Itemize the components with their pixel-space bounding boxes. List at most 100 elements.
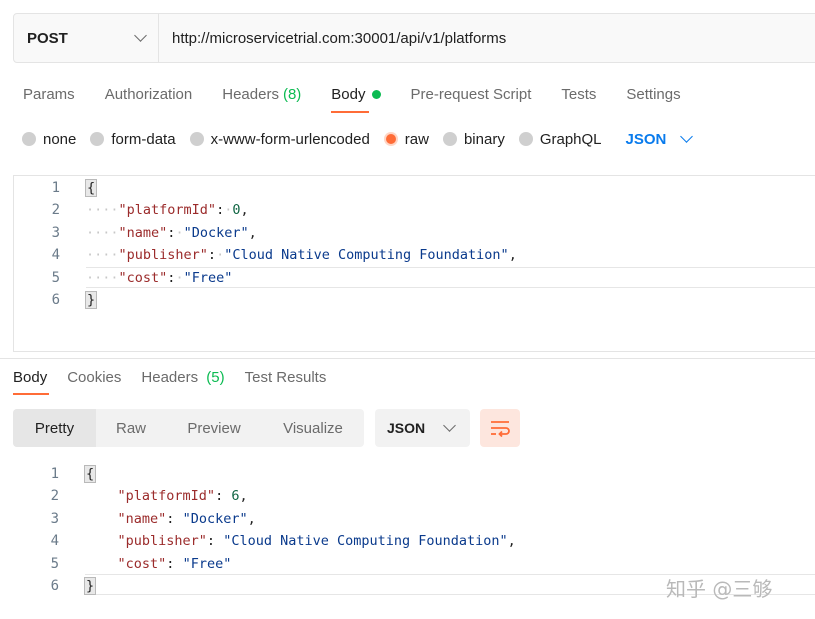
code-line: 4 "publisher": "Cloud Native Computing F… — [13, 529, 815, 552]
chevron-down-icon — [134, 29, 147, 42]
response-tabs: Body Cookies Headers (5) Test Results — [13, 369, 346, 395]
active-dot-icon — [371, 89, 381, 99]
tab-authorization[interactable]: Authorization — [105, 82, 193, 106]
code-line: 5 "cost": "Free" — [13, 552, 815, 575]
request-tabs: Params Authorization Headers (8) Body Pre… — [23, 82, 711, 113]
chevron-down-icon — [443, 419, 456, 432]
tab-label: Headers — [141, 369, 199, 386]
json-key: "cost" — [117, 555, 167, 572]
json-key: "cost" — [118, 269, 168, 286]
radio-raw[interactable]: raw — [384, 131, 429, 148]
radio-label: form-data — [111, 130, 176, 148]
view-visualize-button[interactable]: Visualize — [262, 409, 364, 447]
tab-response-headers[interactable]: Headers (5) — [141, 369, 224, 386]
radio-label: GraphQL — [539, 130, 602, 148]
open-brace: { — [84, 178, 98, 197]
radio-icon — [442, 132, 457, 146]
tab-label: Body — [331, 85, 366, 103]
line-number: 2 — [51, 201, 60, 218]
tab-response-body[interactable]: Body — [13, 369, 50, 395]
line-number: 6 — [51, 291, 60, 308]
body-format-select[interactable]: JSON — [625, 130, 694, 148]
wrap-lines-icon — [491, 421, 510, 437]
code-line: 2 "platformId": 6, — [13, 484, 815, 507]
tab-label: Pre-request Script — [410, 85, 532, 103]
wrap-lines-button[interactable] — [480, 409, 520, 447]
line-number: 2 — [50, 487, 59, 504]
view-pretty-button[interactable]: Pretty — [13, 409, 96, 447]
radio-icon — [90, 132, 105, 146]
open-brace: { — [83, 464, 97, 483]
radio-label: x-www-form-urlencoded — [210, 130, 370, 148]
tab-test-results[interactable]: Test Results — [245, 369, 327, 386]
tab-settings[interactable]: Settings — [626, 82, 680, 106]
radio-graphql[interactable]: GraphQL — [518, 130, 602, 148]
radio-binary[interactable]: binary — [442, 130, 505, 148]
url-text: http://microservicetrial.com:30001/api/v… — [172, 29, 507, 47]
line-number: 3 — [51, 224, 60, 241]
view-preview-button[interactable]: Preview — [166, 409, 262, 447]
line-number: 4 — [50, 532, 59, 549]
json-value: "Docker" — [182, 510, 248, 527]
json-value: "Docker" — [183, 224, 249, 241]
body-type-selector: none form-data x-www-form-urlencoded raw… — [22, 128, 694, 150]
pane-divider[interactable] — [0, 358, 815, 359]
headers-count: (8) — [282, 85, 302, 103]
json-key: "publisher" — [117, 532, 207, 549]
tab-params[interactable]: Params — [23, 82, 75, 106]
radio-label: none — [43, 130, 77, 148]
watermark: 知乎 @三够 — [666, 577, 773, 601]
request-bar: POST http://microservicetrial.com:30001/… — [13, 13, 815, 63]
response-format-label: JSON — [387, 420, 426, 436]
code-line: 4 ····"publisher":·"Cloud Native Computi… — [14, 243, 815, 266]
radio-x-www-form-urlencoded[interactable]: x-www-form-urlencoded — [189, 130, 370, 148]
line-number: 4 — [51, 246, 60, 263]
tab-tests[interactable]: Tests — [561, 82, 596, 106]
json-key: "name" — [117, 510, 167, 527]
tab-label: Body — [13, 369, 48, 386]
code-line: 3 ····"name":·"Docker", — [14, 221, 815, 244]
radio-selected-icon — [385, 134, 396, 144]
headers-count: (5) — [206, 369, 225, 386]
method-select[interactable]: POST — [14, 14, 159, 62]
code-line: 6 } — [14, 288, 815, 311]
tab-label: Settings — [626, 85, 681, 103]
tab-label: Cookies — [67, 369, 122, 386]
line-number: 3 — [50, 510, 59, 527]
tab-body[interactable]: Body — [331, 82, 381, 113]
chevron-down-icon — [680, 130, 694, 143]
radio-none[interactable]: none — [22, 131, 76, 148]
tab-headers[interactable]: Headers (8) — [222, 82, 301, 106]
close-brace: } — [84, 290, 98, 309]
tab-pre-request-script[interactable]: Pre-request Script — [411, 82, 532, 106]
tab-cookies[interactable]: Cookies — [67, 369, 121, 386]
json-value: "Cloud Native Computing Foundation" — [223, 532, 508, 549]
code-line: 2 ····"platformId":·0, — [14, 198, 815, 221]
close-brace: } — [83, 576, 97, 595]
view-raw-button[interactable]: Raw — [96, 409, 166, 447]
radio-icon — [518, 132, 533, 146]
code-line: 5 ····"cost":·"Free" — [14, 266, 815, 289]
json-key: "publisher" — [118, 246, 208, 263]
json-value: "Free" — [182, 555, 232, 572]
tab-label: Authorization — [104, 85, 193, 103]
json-value: "Free" — [183, 269, 233, 286]
line-number: 5 — [50, 555, 59, 572]
radio-icon — [189, 132, 204, 146]
tab-label: Test Results — [244, 369, 327, 386]
response-format-select[interactable]: JSON — [375, 409, 470, 447]
url-input[interactable]: http://microservicetrial.com:30001/api/v… — [159, 14, 815, 62]
tab-label: Tests — [561, 85, 597, 103]
line-number: 1 — [51, 179, 60, 196]
json-key: "platformId" — [117, 487, 216, 504]
body-format-label: JSON — [625, 130, 667, 148]
view-mode-group: Pretty Raw Preview Visualize — [13, 409, 364, 447]
radio-form-data[interactable]: form-data — [90, 130, 176, 148]
radio-icon — [22, 132, 36, 146]
line-number: 6 — [50, 577, 59, 594]
radio-label: binary — [463, 130, 505, 148]
json-key: "name" — [118, 224, 168, 241]
line-number: 5 — [51, 269, 60, 286]
request-body-editor[interactable]: 1 { 2 ····"platformId":·0, 3 ····"name":… — [13, 175, 815, 352]
line-number: 1 — [50, 465, 59, 482]
